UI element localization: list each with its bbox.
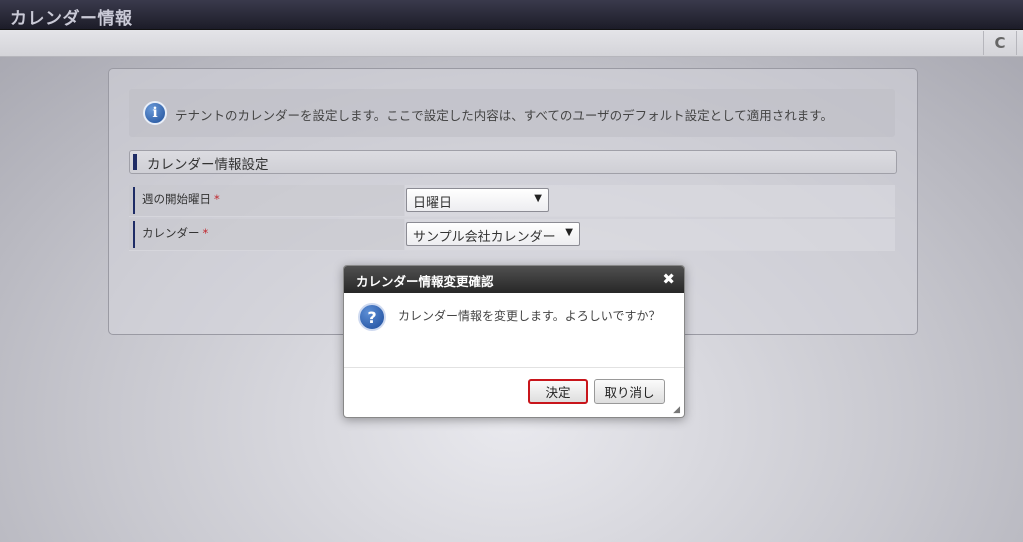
section-title: カレンダー情報設定 [147,157,269,173]
confirm-dialog: カレンダー情報変更確認 ✖ ? カレンダー情報を変更します。よろしいですか？ 決… [343,265,685,418]
form-row-calendar: カレンダー * サンプル会社カレンダー ▼ [129,219,895,251]
required-mark: * [214,192,220,206]
section-accent-bar [133,154,137,170]
calendar-value: サンプル会社カレンダー [413,230,556,245]
calendar-label: カレンダー [142,226,200,240]
form-value-cell: 日曜日 ▼ [405,185,895,216]
info-message-box: i テナントのカレンダーを設定します。ここで設定した内容は、すべてのユーザのデフ… [129,89,895,137]
refresh-icon[interactable]: C [983,31,1017,55]
window-title: カレンダー情報 [10,9,133,29]
dialog-message: カレンダー情報を変更します。よろしいですか？ [398,309,661,323]
toolbar: C [0,30,1023,57]
section-header: カレンダー情報設定 [129,150,897,174]
window-title-bar: カレンダー情報 [0,0,1023,30]
form-value-cell: サンプル会社カレンダー ▼ [405,219,895,250]
question-icon: ? [358,303,386,331]
week-start-value: 日曜日 [413,196,453,211]
info-text: テナントのカレンダーを設定します。ここで設定した内容は、すべてのユーザのデフォル… [175,108,834,123]
week-start-select[interactable]: 日曜日 ▼ [406,188,549,212]
label-accent-bar [133,187,135,214]
dialog-title: カレンダー情報変更確認 [356,274,494,289]
dialog-footer: 決定 取り消し ◢ [344,367,684,417]
resize-grip-icon[interactable]: ◢ [673,405,680,415]
form-label-cell: 週の開始曜日 * [129,185,404,216]
calendar-select[interactable]: サンプル会社カレンダー ▼ [406,222,580,246]
week-start-label: 週の開始曜日 [142,192,211,206]
confirm-button[interactable]: 決定 [528,379,588,404]
form-row-week-start: 週の開始曜日 * 日曜日 ▼ [129,185,895,217]
cancel-button[interactable]: 取り消し [594,379,665,404]
info-icon: i [143,101,167,125]
chevron-down-icon: ▼ [534,193,542,204]
form-label-cell: カレンダー * [129,219,404,250]
label-accent-bar [133,221,135,248]
chevron-down-icon: ▼ [565,227,573,238]
required-mark: * [202,226,209,240]
dialog-title-bar[interactable]: カレンダー情報変更確認 ✖ [344,266,684,293]
close-icon[interactable]: ✖ [662,270,675,288]
